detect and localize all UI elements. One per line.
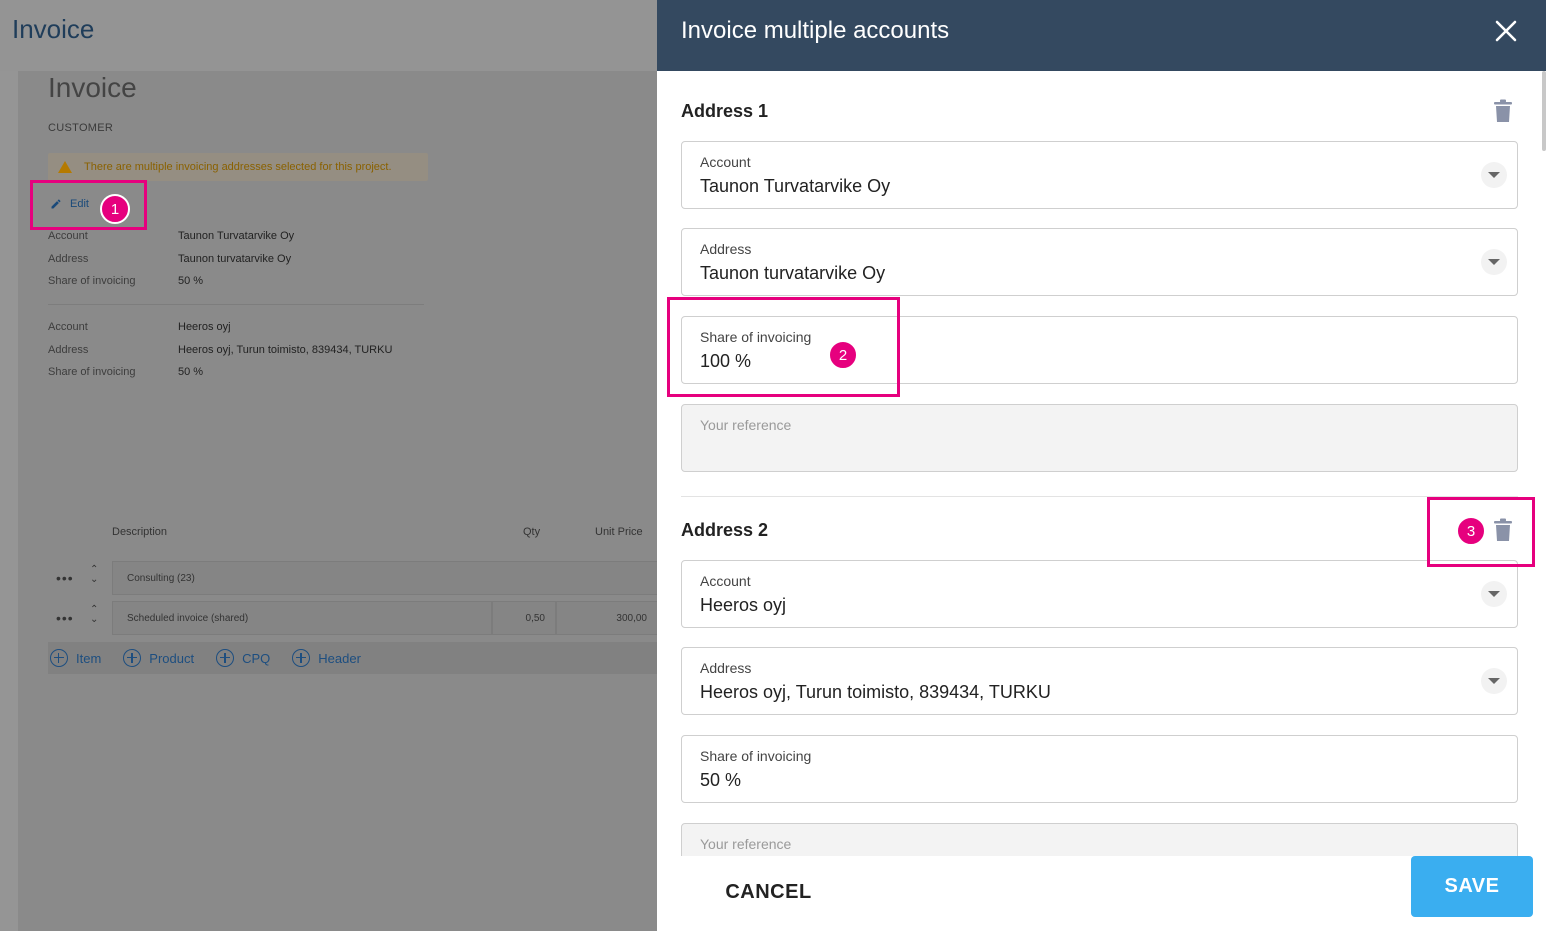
address-value: Taunon turvatarvike Oy	[178, 252, 292, 265]
address-value: Heeros oyj, Turun toimisto, 839434, TURK…	[700, 682, 1051, 702]
share-label: Share of invoicing	[48, 275, 136, 288]
share-label: Share of invoicing	[48, 366, 136, 379]
unit-price-cell[interactable]: 300,00	[556, 601, 658, 635]
share-value: 50 %	[178, 366, 204, 379]
plus-circle-icon	[50, 649, 68, 667]
callout-badge-3: 3	[1456, 516, 1486, 546]
add-header-button[interactable]: Header	[292, 649, 361, 667]
share-value: 50 %	[178, 275, 204, 288]
address-2-account-select[interactable]: Account Heeros oyj	[681, 560, 1518, 628]
scrollbar-thumb[interactable]	[1542, 71, 1546, 151]
column-header-description: Description	[112, 526, 168, 538]
customer-section-label: CUSTOMER	[48, 122, 114, 134]
customer-account-2: Account Heeros oyj Address Heeros oyj, Tur…	[48, 316, 392, 384]
panel-title: Invoice multiple accounts	[681, 17, 950, 44]
panel-header: Invoice multiple accounts	[657, 0, 1546, 71]
column-header-qty: Qty	[523, 526, 541, 538]
reference-placeholder: Your reference	[700, 417, 792, 433]
address-1-account-select[interactable]: Account Taunon Turvatarvike Oy	[681, 141, 1518, 209]
plus-circle-icon	[216, 649, 235, 667]
account-label: Account	[48, 321, 88, 334]
trash-icon[interactable]	[1493, 99, 1513, 123]
more-dots-icon[interactable]: •••	[56, 570, 74, 586]
address-1-title: Address 1	[681, 101, 769, 121]
more-dots-icon[interactable]: •••	[56, 610, 74, 626]
account-label: Account	[700, 154, 751, 170]
chevron-down-icon[interactable]	[1481, 581, 1507, 607]
chevron-down-icon[interactable]	[1481, 668, 1507, 694]
account-label: Account	[48, 230, 88, 243]
address-label: Address	[48, 252, 89, 265]
close-icon[interactable]	[1494, 19, 1518, 43]
add-cpq-label: CPQ	[242, 650, 271, 666]
address-value: Taunon turvatarvike Oy	[700, 263, 886, 283]
chevron-down-icon[interactable]	[1481, 162, 1507, 188]
add-item-button[interactable]: Item	[50, 649, 101, 667]
cancel-button[interactable]: CANCEL	[711, 872, 826, 912]
account-label: Account	[700, 573, 751, 589]
address-2-title: Address 2	[681, 520, 769, 540]
panel-footer: CANCEL SAVE	[657, 856, 1546, 931]
customer-divider	[48, 304, 424, 305]
warning-text: There are multiple invoicing addresses s…	[84, 161, 392, 173]
reorder-icon[interactable]: ⌃ ⌄	[90, 565, 98, 585]
left-stripe	[0, 71, 18, 931]
add-product-button[interactable]: Product	[123, 649, 194, 667]
address-divider	[681, 496, 1518, 497]
share-label: Share of invoicing	[700, 748, 812, 764]
address-label: Address	[700, 241, 752, 257]
share-value: 50 %	[700, 770, 742, 790]
address-1-reference-input[interactable]: Your reference	[681, 404, 1518, 472]
account-value: Heeros oyj	[178, 321, 231, 334]
account-value: Taunon Turvatarvike Oy	[700, 176, 891, 196]
plus-circle-icon	[292, 649, 311, 667]
panel-scrollbar[interactable]	[1540, 71, 1546, 851]
reference-placeholder: Your reference	[700, 836, 792, 852]
add-item-label: Item	[76, 650, 102, 666]
page-title: Invoice	[48, 72, 137, 103]
add-product-label: Product	[149, 650, 195, 666]
customer-account-1: Account Taunon Turvatarvike Oy Address Tau…	[48, 225, 294, 293]
qty-cell[interactable]: 0,50	[492, 601, 556, 635]
table-row[interactable]: ••• ⌃ ⌄ Scheduled invoice (shared) 0,50 3…	[48, 601, 658, 635]
callout-badge-2: 2	[828, 340, 858, 370]
callout-box-2	[667, 297, 900, 397]
description-cell[interactable]: Consulting (23)	[112, 561, 658, 595]
address-1-address-select[interactable]: Address Taunon turvatarvike Oy	[681, 228, 1518, 296]
add-row-toolbar: Item Product CPQ Header	[48, 642, 658, 674]
app-title: Invoice	[12, 14, 95, 44]
column-header-unit-price: Unit Price	[595, 526, 643, 538]
chevron-down-icon[interactable]	[1481, 249, 1507, 275]
plus-circle-icon	[123, 649, 142, 667]
table-row[interactable]: ••• ⌃ ⌄ Consulting (23)	[48, 561, 658, 595]
address-label: Address	[48, 343, 89, 356]
address-value: Heeros oyj, Turun toimisto, 839434, TURK…	[178, 343, 393, 356]
warning-icon	[58, 161, 72, 173]
account-value: Heeros oyj	[700, 595, 787, 615]
address-2-address-select[interactable]: Address Heeros oyj, Turun toimisto, 8394…	[681, 647, 1518, 715]
invoice-multiple-accounts-panel: Invoice multiple accounts Address 1 Acco…	[657, 0, 1546, 931]
multiple-address-warning: There are multiple invoicing addresses s…	[48, 153, 428, 181]
reorder-icon[interactable]: ⌃ ⌄	[90, 605, 98, 625]
add-header-label: Header	[318, 650, 361, 666]
callout-badge-1: 1	[100, 194, 130, 224]
description-cell[interactable]: Scheduled invoice (shared)	[112, 601, 492, 635]
save-button[interactable]: SAVE	[1411, 856, 1533, 917]
address-label: Address	[700, 660, 752, 676]
add-cpq-button[interactable]: CPQ	[216, 649, 270, 667]
address-2-share-input[interactable]: Share of invoicing 50 %	[681, 735, 1518, 803]
account-value: Taunon Turvatarvike Oy	[178, 230, 295, 243]
